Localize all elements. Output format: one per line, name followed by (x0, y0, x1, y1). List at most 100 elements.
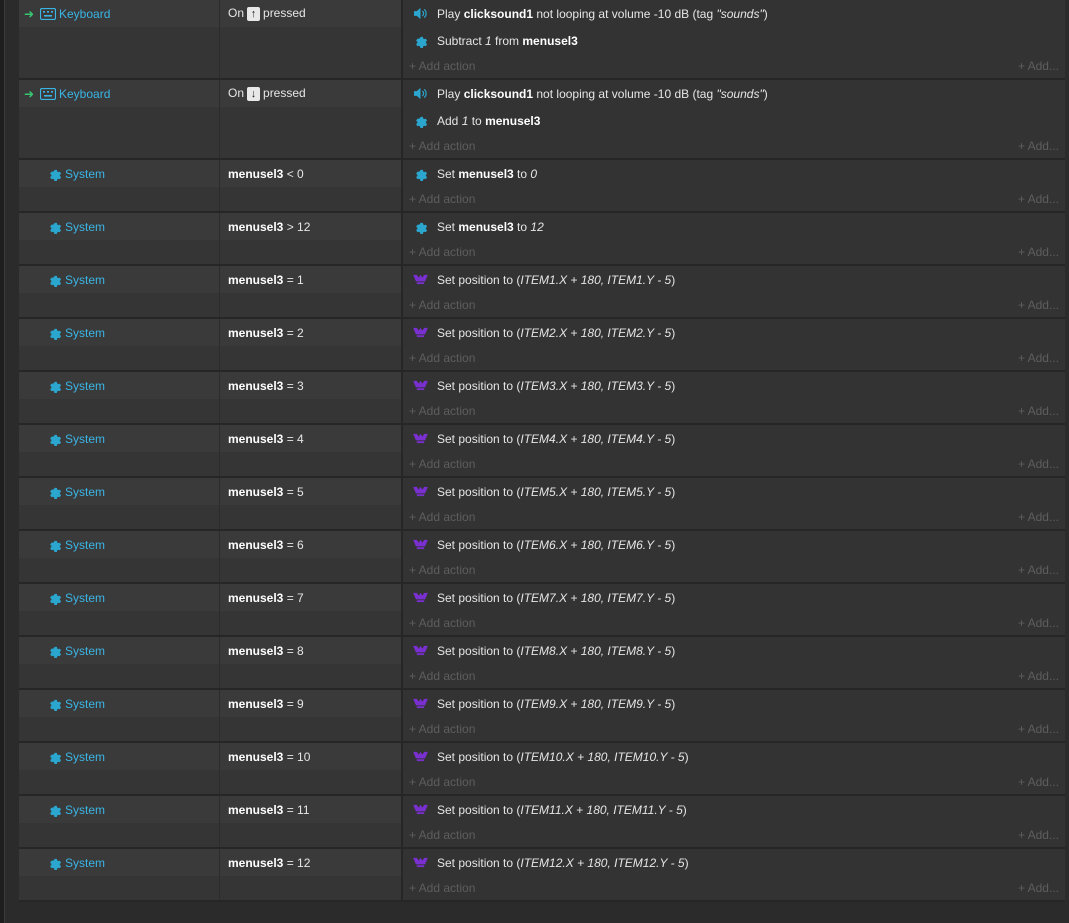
event-conditions[interactable]: System menusel3 = 12 (19, 849, 403, 900)
condition-object[interactable]: System (19, 796, 220, 847)
event-block[interactable]: System menusel3 < 0 Set menusel3 to 0 + Add… (19, 160, 1065, 213)
action-row[interactable]: Set menusel3 to 12 (403, 213, 1065, 240)
add-more-link[interactable]: + Add... (1018, 192, 1059, 206)
condition-object[interactable]: ➜ Keyboard (19, 0, 220, 78)
event-block[interactable]: System menusel3 = 11 Set position to (ITEM… (19, 796, 1065, 849)
condition-object-row[interactable]: System (19, 266, 219, 293)
condition-object[interactable]: System (19, 584, 220, 635)
event-block[interactable]: System menusel3 > 12 Set menusel3 to 12 + A… (19, 213, 1065, 266)
add-action-link[interactable]: + Add action (409, 828, 475, 842)
action-row[interactable]: Set position to (ITEM6.X + 180, ITEM6.Y … (403, 531, 1065, 558)
event-conditions[interactable]: System menusel3 = 2 (19, 319, 403, 370)
action-row[interactable]: Set position to (ITEM1.X + 180, ITEM1.Y … (403, 266, 1065, 293)
condition-object-row[interactable]: System (19, 637, 219, 664)
add-action-link[interactable]: + Add action (409, 245, 475, 259)
action-row[interactable]: Set position to (ITEM7.X + 180, ITEM7.Y … (403, 584, 1065, 611)
action-row[interactable]: Set position to (ITEM10.X + 180, ITEM10.… (403, 743, 1065, 770)
action-row[interactable]: Play clicksound1 not looping at volume -… (403, 80, 1065, 107)
condition-object-row[interactable]: System (19, 690, 219, 717)
add-action-link[interactable]: + Add action (409, 404, 475, 418)
add-action-link[interactable]: + Add action (409, 563, 475, 577)
event-actions[interactable]: Set position to (ITEM3.X + 180, ITEM3.Y … (403, 372, 1065, 423)
event-actions[interactable]: Set menusel3 to 12 + Add action + Add... (403, 213, 1065, 264)
condition-params-row[interactable]: menusel3 = 12 (220, 849, 401, 876)
event-margin[interactable] (5, 0, 18, 923)
event-conditions[interactable]: System menusel3 = 9 (19, 690, 403, 741)
action-row[interactable]: Set position to (ITEM11.X + 180, ITEM11.… (403, 796, 1065, 823)
event-actions[interactable]: Set position to (ITEM5.X + 180, ITEM5.Y … (403, 478, 1065, 529)
event-block[interactable]: ➜ Keyboard On ↑ pressed Play clicksound1 not … (19, 0, 1065, 80)
event-actions[interactable]: Set position to (ITEM7.X + 180, ITEM7.Y … (403, 584, 1065, 635)
add-more-link[interactable]: + Add... (1018, 245, 1059, 259)
add-more-link[interactable]: + Add... (1018, 616, 1059, 630)
condition-object[interactable]: System (19, 425, 220, 476)
action-row[interactable]: Set position to (ITEM4.X + 180, ITEM4.Y … (403, 425, 1065, 452)
event-actions[interactable]: Set position to (ITEM6.X + 180, ITEM6.Y … (403, 531, 1065, 582)
condition-params-row[interactable]: menusel3 = 9 (220, 690, 401, 717)
add-action-link[interactable]: + Add action (409, 298, 475, 312)
event-block[interactable]: System menusel3 = 4 Set position to (ITEM4… (19, 425, 1065, 478)
action-row[interactable]: Set position to (ITEM2.X + 180, ITEM2.Y … (403, 319, 1065, 346)
event-actions[interactable]: Set position to (ITEM4.X + 180, ITEM4.Y … (403, 425, 1065, 476)
condition-object[interactable]: System (19, 743, 220, 794)
add-action-link[interactable]: + Add action (409, 669, 475, 683)
condition-object-row[interactable]: System (19, 849, 219, 876)
condition-object-row[interactable]: ➜ Keyboard (19, 0, 219, 27)
add-more-link[interactable]: + Add... (1018, 881, 1059, 895)
event-actions[interactable]: Set position to (ITEM10.X + 180, ITEM10.… (403, 743, 1065, 794)
condition-params-row[interactable]: menusel3 > 12 (220, 213, 401, 240)
event-conditions[interactable]: System menusel3 = 11 (19, 796, 403, 847)
add-action-link[interactable]: + Add action (409, 192, 475, 206)
condition-params[interactable]: menusel3 = 3 (220, 372, 401, 423)
add-action-link[interactable]: + Add action (409, 457, 475, 471)
condition-params[interactable]: menusel3 = 6 (220, 531, 401, 582)
condition-object[interactable]: System (19, 690, 220, 741)
add-action-link[interactable]: + Add action (409, 510, 475, 524)
condition-params[interactable]: menusel3 = 11 (220, 796, 401, 847)
add-more-link[interactable]: + Add... (1018, 669, 1059, 683)
condition-params[interactable]: menusel3 = 12 (220, 849, 401, 900)
condition-object[interactable]: System (19, 637, 220, 688)
event-actions[interactable]: Play clicksound1 not looping at volume -… (403, 80, 1065, 158)
event-block[interactable]: System menusel3 = 2 Set position to (ITEM2… (19, 319, 1065, 372)
condition-object[interactable]: System (19, 372, 220, 423)
condition-object-row[interactable]: System (19, 160, 219, 187)
condition-params-row[interactable]: menusel3 = 1 (220, 266, 401, 293)
add-more-link[interactable]: + Add... (1018, 59, 1059, 73)
action-row[interactable]: Set position to (ITEM3.X + 180, ITEM3.Y … (403, 372, 1065, 399)
event-actions[interactable]: Set position to (ITEM11.X + 180, ITEM11.… (403, 796, 1065, 847)
condition-params[interactable]: menusel3 = 9 (220, 690, 401, 741)
event-block[interactable]: System menusel3 = 6 Set position to (ITEM6… (19, 531, 1065, 584)
event-actions[interactable]: Set position to (ITEM12.X + 180, ITEM12.… (403, 849, 1065, 900)
add-action-link[interactable]: + Add action (409, 351, 475, 365)
condition-params-row[interactable]: menusel3 < 0 (220, 160, 401, 187)
add-more-link[interactable]: + Add... (1018, 351, 1059, 365)
condition-params[interactable]: menusel3 = 4 (220, 425, 401, 476)
event-block[interactable]: System menusel3 = 10 Set position to (ITEM… (19, 743, 1065, 796)
condition-object-row[interactable]: System (19, 319, 219, 346)
condition-params[interactable]: menusel3 = 7 (220, 584, 401, 635)
event-conditions[interactable]: System menusel3 = 6 (19, 531, 403, 582)
event-block[interactable]: ➜ Keyboard On ↓ pressed Play clicksound1 not … (19, 80, 1065, 160)
condition-object-row[interactable]: System (19, 478, 219, 505)
condition-object-row[interactable]: System (19, 425, 219, 452)
condition-params[interactable]: menusel3 = 5 (220, 478, 401, 529)
event-block[interactable]: System menusel3 = 1 Set position to (ITEM1… (19, 266, 1065, 319)
action-row[interactable]: Set position to (ITEM12.X + 180, ITEM12.… (403, 849, 1065, 876)
condition-object-row[interactable]: System (19, 213, 219, 240)
condition-params-row[interactable]: menusel3 = 6 (220, 531, 401, 558)
event-conditions[interactable]: ➜ Keyboard On ↑ pressed (19, 0, 403, 78)
condition-params-row[interactable]: menusel3 = 8 (220, 637, 401, 664)
action-row[interactable]: Set position to (ITEM8.X + 180, ITEM8.Y … (403, 637, 1065, 664)
event-actions[interactable]: Set position to (ITEM2.X + 180, ITEM2.Y … (403, 319, 1065, 370)
condition-params[interactable]: menusel3 = 2 (220, 319, 401, 370)
condition-params-row[interactable]: menusel3 = 7 (220, 584, 401, 611)
event-conditions[interactable]: System menusel3 < 0 (19, 160, 403, 211)
condition-params-row[interactable]: menusel3 = 11 (220, 796, 401, 823)
condition-params[interactable]: On ↓ pressed (220, 80, 401, 158)
condition-params[interactable]: menusel3 < 0 (220, 160, 401, 211)
condition-object[interactable]: System (19, 319, 220, 370)
event-conditions[interactable]: System menusel3 = 4 (19, 425, 403, 476)
event-conditions[interactable]: System menusel3 = 8 (19, 637, 403, 688)
event-actions[interactable]: Play clicksound1 not looping at volume -… (403, 0, 1065, 78)
